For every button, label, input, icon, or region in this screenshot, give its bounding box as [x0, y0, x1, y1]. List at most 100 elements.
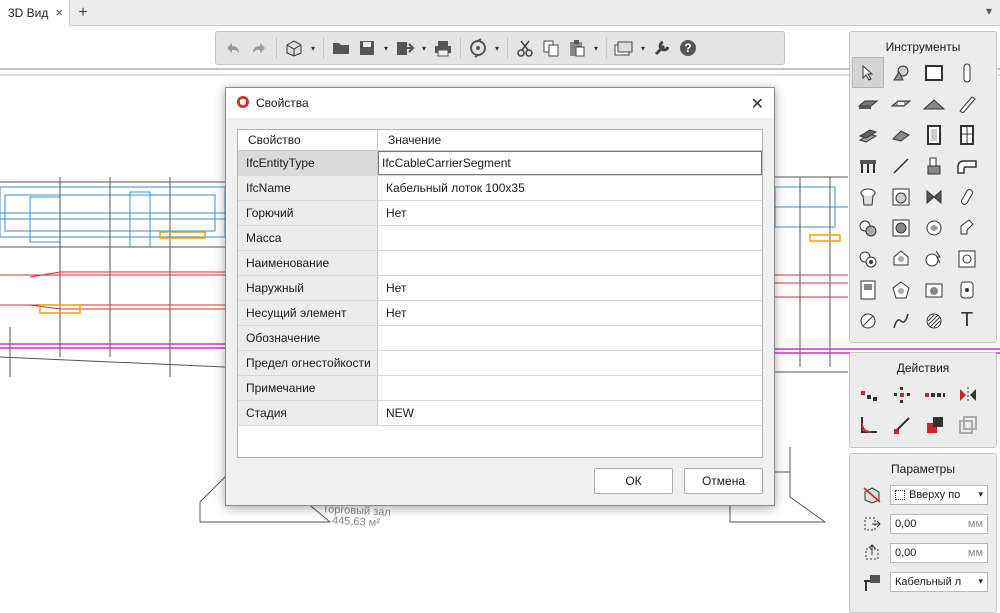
pump-tool-icon[interactable] — [852, 243, 884, 274]
table-row[interactable]: Масса — [238, 226, 762, 251]
roof-tool-icon[interactable] — [918, 88, 950, 119]
add-tab-button[interactable]: + — [72, 2, 94, 24]
paste-icon[interactable] — [564, 35, 590, 61]
dialog-titlebar[interactable]: Свойства ✕ — [226, 88, 774, 118]
layers-dropdown[interactable]: ▾ — [637, 35, 649, 61]
table-row[interactable]: Примечание — [238, 376, 762, 401]
save-icon[interactable] — [354, 35, 380, 61]
select-tool-icon[interactable] — [852, 57, 884, 88]
washer-tool-icon[interactable] — [885, 181, 917, 212]
duct-bend-tool-icon[interactable] — [951, 150, 983, 181]
property-value[interactable]: Нет — [378, 201, 762, 225]
wrench-icon[interactable] — [649, 35, 675, 61]
table-row[interactable]: Несущий элемент Нет — [238, 301, 762, 326]
rotate-array-icon[interactable] — [886, 379, 918, 410]
shapes-tool-icon[interactable] — [885, 57, 917, 88]
polyline-tool-icon[interactable] — [885, 305, 917, 336]
rectangle-tool-icon[interactable] — [918, 57, 950, 88]
table-row[interactable]: Стадия NEW — [238, 401, 762, 426]
save-dropdown[interactable]: ▾ — [380, 35, 392, 61]
sprinkler-tool-icon[interactable] — [852, 212, 884, 243]
property-value[interactable]: Нет — [378, 301, 762, 325]
linear-array-icon[interactable] — [919, 379, 951, 410]
sync-dropdown[interactable]: ▾ — [491, 35, 503, 61]
offset-icon[interactable] — [952, 409, 984, 440]
equipment-tool-icon[interactable] — [918, 150, 950, 181]
property-value[interactable] — [378, 376, 762, 400]
export-dropdown[interactable]: ▾ — [418, 35, 430, 61]
socket-tool-icon[interactable] — [951, 243, 983, 274]
property-value[interactable]: Нет — [378, 276, 762, 300]
ok-button[interactable]: ОК — [594, 468, 673, 494]
cancel-button[interactable]: Отмена — [684, 468, 763, 494]
3d-view-dropdown[interactable]: ▾ — [307, 35, 319, 61]
property-value[interactable] — [378, 326, 762, 350]
table-row[interactable]: Горючий Нет — [238, 201, 762, 226]
export-icon[interactable] — [392, 35, 418, 61]
junction-box-tool-icon[interactable] — [951, 274, 983, 305]
tab-3d-view[interactable]: 3D Вид × — [0, 0, 70, 26]
camera-tool-icon[interactable] — [918, 274, 950, 305]
radiator-tool-icon[interactable] — [918, 212, 950, 243]
help-icon[interactable]: ? — [675, 35, 701, 61]
door-tool-icon[interactable] — [918, 119, 950, 150]
paste-dropdown[interactable]: ▾ — [590, 35, 602, 61]
lamp-tool-icon[interactable] — [885, 243, 917, 274]
layers-icon[interactable] — [611, 35, 637, 61]
copy-icon[interactable] — [538, 35, 564, 61]
ramp-tool-icon[interactable] — [885, 119, 917, 150]
extend-icon[interactable] — [886, 409, 918, 440]
scale-icon[interactable] — [919, 409, 951, 440]
fan-tool-icon[interactable] — [885, 212, 917, 243]
opening-tool-icon[interactable] — [885, 88, 917, 119]
offset-x-input[interactable]: 0,00 мм — [890, 513, 988, 534]
electric-fan-tool-icon[interactable] — [918, 243, 950, 274]
3d-box-icon[interactable] — [281, 35, 307, 61]
cable-tray-tool-icon[interactable] — [852, 305, 884, 336]
offset-y-input[interactable]: 0,00 мм — [890, 542, 988, 563]
text-tool-icon[interactable]: T — [951, 305, 983, 336]
table-row[interactable]: Предел огнестойкости — [238, 351, 762, 376]
toilet-tool-icon[interactable] — [852, 181, 884, 212]
stair-tool-icon[interactable] — [852, 119, 884, 150]
table-row[interactable]: Наружный Нет — [238, 276, 762, 301]
column-header-value[interactable]: Значение — [378, 130, 762, 150]
folder-open-icon[interactable] — [328, 35, 354, 61]
property-value[interactable] — [378, 251, 762, 275]
table-row[interactable]: IfcName Кабельный лоток 100x35 — [238, 176, 762, 201]
table-tool-icon[interactable] — [852, 150, 884, 181]
sensor-tool-icon[interactable] — [885, 274, 917, 305]
cut-icon[interactable] — [512, 35, 538, 61]
close-tab-icon[interactable]: × — [55, 5, 63, 20]
column-header-property[interactable]: Свойство — [238, 130, 378, 150]
pipe-tool-icon[interactable] — [951, 181, 983, 212]
property-value[interactable]: Кабельный лоток 100x35 — [378, 176, 762, 200]
column-tool-icon[interactable] — [951, 57, 983, 88]
line-tool-icon[interactable] — [885, 150, 917, 181]
close-icon[interactable]: ✕ — [751, 94, 764, 114]
property-value-input[interactable]: IfcCableCarrierSegment — [378, 151, 762, 175]
property-value[interactable] — [378, 351, 762, 375]
redo-icon[interactable] — [246, 35, 272, 61]
table-row[interactable]: Наименование — [238, 251, 762, 276]
table-row[interactable]: Обозначение — [238, 326, 762, 351]
property-value[interactable] — [378, 226, 762, 250]
table-row[interactable]: IfcEntityType IfcCableCarrierSegment — [238, 151, 762, 176]
tab-menu-icon[interactable]: ▾ — [986, 4, 992, 18]
panel-board-tool-icon[interactable] — [852, 274, 884, 305]
mirror-icon[interactable] — [952, 379, 984, 410]
undo-icon[interactable] — [220, 35, 246, 61]
type-select[interactable]: Кабельный л ▾ — [890, 571, 988, 592]
move-icon[interactable] — [853, 379, 885, 410]
sync-icon[interactable] — [465, 35, 491, 61]
slab-tool-icon[interactable] — [852, 88, 884, 119]
property-value[interactable]: NEW — [378, 401, 762, 425]
window-tool-icon[interactable] — [951, 119, 983, 150]
print-icon[interactable] — [430, 35, 456, 61]
duct-fitting-tool-icon[interactable] — [951, 212, 983, 243]
placement-select[interactable]: Вверху по ▾ — [890, 484, 988, 505]
valve-tool-icon[interactable] — [918, 181, 950, 212]
beam-tool-icon[interactable] — [951, 88, 983, 119]
fillet-icon[interactable] — [853, 409, 885, 440]
hatch-tool-icon[interactable] — [918, 305, 950, 336]
